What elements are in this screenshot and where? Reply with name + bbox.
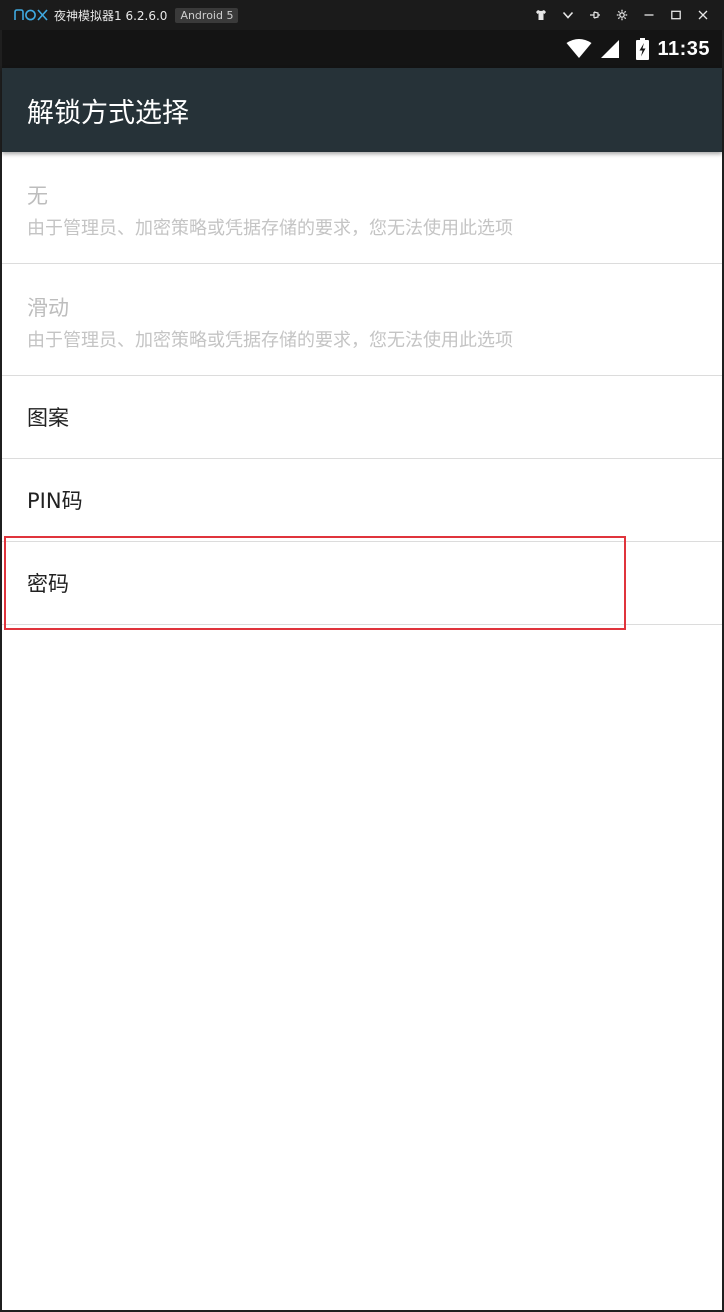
- option-pin[interactable]: PIN码: [2, 459, 722, 542]
- option-swipe[interactable]: 滑动 由于管理员、加密策略或凭据存储的要求，您无法使用此选项: [2, 264, 722, 376]
- option-title: PIN码: [27, 489, 83, 513]
- maximize-icon[interactable]: [662, 0, 689, 30]
- pin-icon[interactable]: [581, 0, 608, 30]
- option-title: 滑动: [27, 296, 69, 320]
- unlock-method-list: 无 由于管理员、加密策略或凭据存储的要求，您无法使用此选项 滑动 由于管理员、加…: [2, 152, 722, 1310]
- page-title: 解锁方式选择: [27, 97, 189, 129]
- minimize-icon[interactable]: [635, 0, 662, 30]
- shirt-icon[interactable]: [527, 0, 554, 30]
- close-icon[interactable]: [689, 0, 716, 30]
- option-password[interactable]: 密码: [2, 542, 722, 625]
- app-bar: 解锁方式选择: [2, 68, 722, 152]
- gear-icon[interactable]: [608, 0, 635, 30]
- chevron-down-icon[interactable]: [554, 0, 581, 30]
- emulator-title: 夜神模拟器1 6.2.6.0: [54, 8, 168, 23]
- option-summary: 由于管理员、加密策略或凭据存储的要求，您无法使用此选项: [27, 330, 513, 351]
- option-title: 图案: [27, 406, 69, 430]
- signal-icon: [600, 30, 620, 68]
- option-none[interactable]: 无 由于管理员、加密策略或凭据存储的要求，您无法使用此选项: [2, 152, 722, 264]
- option-title: 无: [27, 184, 48, 208]
- option-title: 密码: [27, 572, 69, 596]
- android-status-bar: 11:35: [2, 30, 722, 68]
- nox-logo-icon: [14, 9, 48, 21]
- android-version-badge: Android 5: [175, 7, 239, 23]
- option-summary: 由于管理员、加密策略或凭据存储的要求，您无法使用此选项: [27, 218, 513, 239]
- option-pattern[interactable]: 图案: [2, 376, 722, 459]
- battery-charging-icon: [636, 30, 650, 68]
- wifi-icon: [566, 30, 592, 68]
- status-time: 11:35: [657, 37, 710, 60]
- emulator-title-bar: 夜神模拟器1 6.2.6.0 Android 5: [0, 0, 724, 30]
- emulator-window-controls: [527, 0, 716, 30]
